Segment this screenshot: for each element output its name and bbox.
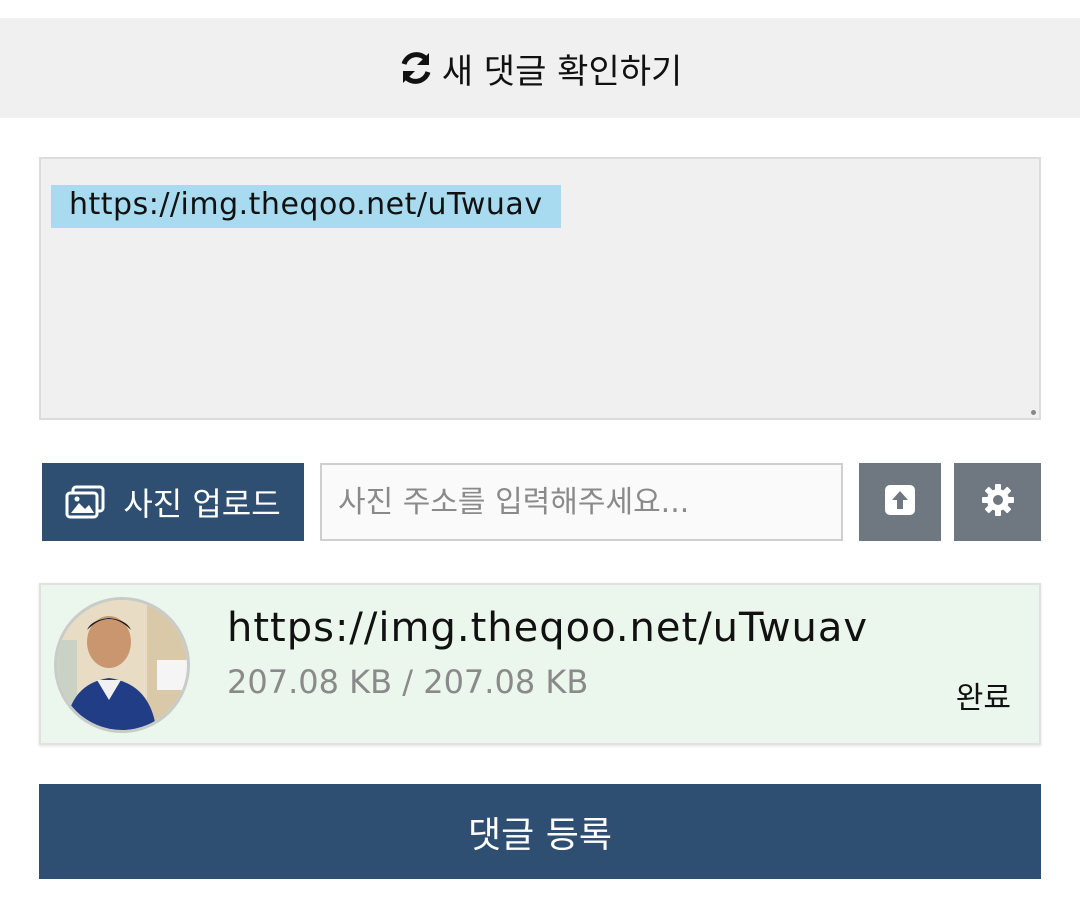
image-upload-icon	[65, 485, 105, 519]
uploaded-file-item[interactable]: https://img.theqoo.net/uTwuav 207.08 KB …	[39, 583, 1041, 745]
file-size: 207.08 KB / 207.08 KB	[227, 663, 589, 701]
photo-upload-label: 사진 업로드	[123, 485, 281, 523]
refresh-label: 새 댓글 확인하기	[441, 51, 683, 92]
comment-text: https://img.theqoo.net/uTwuav	[51, 185, 561, 228]
upload-settings-button[interactable]	[954, 463, 1041, 541]
submit-label: 댓글 등록	[468, 814, 612, 856]
upload-status: 완료	[955, 681, 1011, 716]
url-upload-button[interactable]	[859, 463, 941, 541]
refresh-icon	[398, 50, 434, 86]
arrow-up-icon	[884, 484, 916, 520]
comment-textarea[interactable]: https://img.theqoo.net/uTwuav	[39, 157, 1041, 420]
photo-url-input[interactable]	[320, 463, 843, 541]
photo-upload-button[interactable]: 사진 업로드	[42, 463, 304, 541]
file-name: https://img.theqoo.net/uTwuav	[227, 605, 869, 651]
resize-handle[interactable]	[1031, 410, 1036, 415]
submit-comment-button[interactable]: 댓글 등록	[39, 784, 1041, 879]
file-thumbnail	[54, 597, 190, 733]
gear-icon	[981, 483, 1015, 521]
refresh-comments-button[interactable]: 새 댓글 확인하기	[0, 18, 1080, 118]
